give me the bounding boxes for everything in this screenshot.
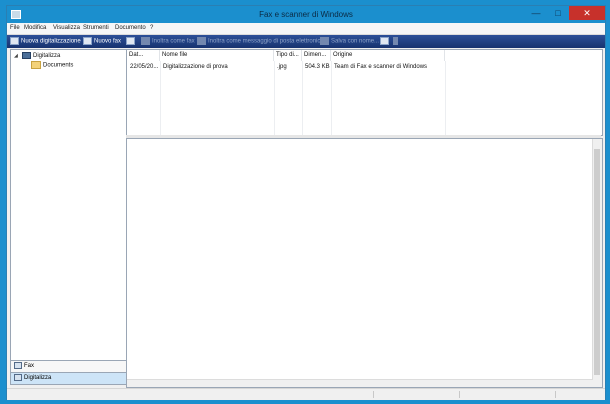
menu-bar: File Modifica Visualizza Strumenti Docum… [7, 23, 605, 35]
save-icon [320, 37, 329, 45]
column-divider [331, 61, 332, 135]
folder-icon [31, 61, 41, 69]
row-type: .jpg [277, 64, 287, 70]
preview-pane [126, 138, 603, 388]
desktop-frame: Fax e scanner di Windows — □ ✕ File Modi… [0, 0, 610, 404]
forward-email-button[interactable]: Inoltra come messaggio di posta elettron… [197, 37, 324, 46]
save-as-button[interactable]: Salva con nome... [320, 37, 379, 46]
printer-icon [380, 37, 389, 45]
column-size[interactable]: Dimen... [302, 50, 331, 61]
new-scan-button[interactable]: Nuova digitalizzazione [10, 37, 81, 46]
scanner-icon [14, 373, 22, 381]
toolbar: Nuova digitalizzazione Nuovo fax Inoltra… [7, 35, 605, 48]
column-type[interactable]: Tipo di... [274, 50, 302, 61]
scanner-icon [10, 37, 19, 45]
print-button[interactable] [380, 37, 391, 46]
maximize-button[interactable]: □ [547, 6, 569, 20]
more-button[interactable] [393, 37, 400, 46]
nav-digitalizza[interactable]: Digitalizza [10, 372, 127, 385]
new-fax-button[interactable]: Nuovo fax [83, 37, 121, 46]
row-size: 504.3 KB [305, 64, 330, 70]
row-date: 22/05/20... [130, 64, 159, 70]
scanner-folder-icon [22, 52, 31, 59]
column-origin[interactable]: Origine [331, 50, 445, 61]
document-list: Dat... Nome file Tipo di... Dimen... Ori… [126, 49, 603, 136]
menu-help[interactable]: ? [150, 25, 153, 31]
forward-fax-button[interactable]: Inoltra come fax [141, 37, 195, 46]
folder-tree: ◢ Digitalizza Documents [10, 49, 127, 367]
fax-icon [14, 361, 22, 369]
fax-icon [83, 37, 92, 45]
minimize-button[interactable]: — [525, 6, 547, 20]
app-window: Fax e scanner di Windows — □ ✕ File Modi… [6, 5, 606, 400]
menu-strumenti[interactable]: Strumenti [83, 25, 109, 31]
close-button[interactable]: ✕ [569, 6, 605, 20]
view-icon-button[interactable] [126, 37, 137, 46]
status-bar [7, 388, 605, 400]
column-divider [274, 61, 275, 135]
column-divider [160, 61, 161, 135]
menu-modifica[interactable]: Modifica [24, 25, 46, 31]
status-divider [459, 391, 460, 398]
menu-file[interactable]: File [10, 25, 20, 31]
menu-documento[interactable]: Documento [115, 25, 146, 31]
row-filename: Digitalizzazione di prova [163, 64, 228, 70]
status-divider [373, 391, 374, 398]
status-divider [555, 391, 556, 398]
column-filename[interactable]: Nome file [160, 50, 274, 61]
title-bar[interactable]: Fax e scanner di Windows — □ ✕ [7, 6, 605, 23]
column-date[interactable]: Dat... [127, 50, 160, 61]
column-divider [302, 61, 303, 135]
menu-visualizza[interactable]: Visualizza [53, 25, 80, 31]
tree-item-digitalizza[interactable]: Digitalizza [22, 52, 60, 59]
row-origin: Team di Fax e scanner di Windows [334, 64, 428, 70]
horizontal-scrollbar[interactable] [127, 379, 593, 387]
window-title: Fax e scanner di Windows [259, 10, 353, 19]
column-divider [445, 61, 446, 135]
email-icon [197, 37, 206, 45]
expand-arrow-icon[interactable]: ◢ [14, 53, 18, 59]
tree-item-documents[interactable]: Documents [31, 61, 73, 69]
scroll-thumb[interactable] [594, 149, 600, 375]
view-icon [126, 37, 135, 45]
forward-fax-icon [141, 37, 150, 45]
more-icon [393, 37, 398, 45]
vertical-scrollbar[interactable] [592, 139, 602, 387]
